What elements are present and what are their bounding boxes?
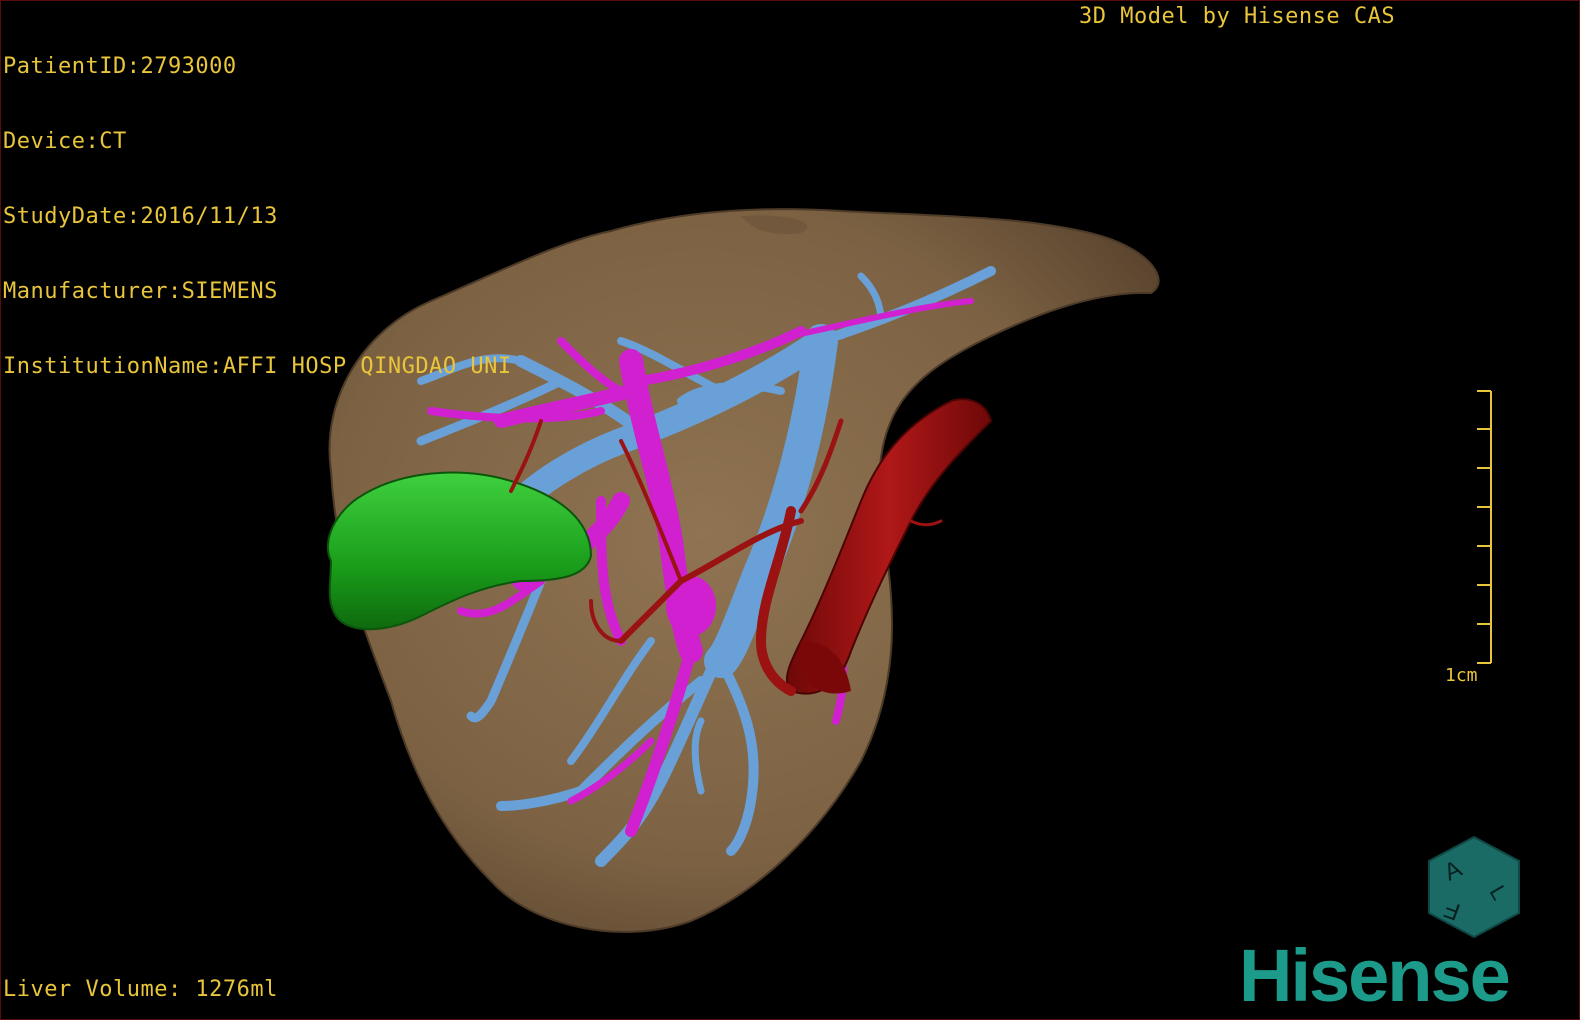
institution-name: InstitutionName:AFFI HOSP QINGDAO UNI bbox=[3, 354, 512, 379]
patient-info: PatientID:2793000 Device:CT StudyDate:20… bbox=[3, 4, 512, 429]
hisense-logo: Hisense bbox=[1239, 934, 1511, 1017]
model-credit: 3D Model by Hisense CAS bbox=[1079, 4, 1396, 29]
study-date: StudyDate:2016/11/13 bbox=[3, 204, 278, 229]
device: Device:CT bbox=[3, 129, 127, 154]
scale-label: 1cm bbox=[1445, 665, 1478, 686]
manufacturer: Manufacturer:SIEMENS bbox=[3, 279, 278, 304]
patient-id: PatientID:2793000 bbox=[3, 54, 237, 79]
3d-viewport[interactable]: PatientID:2793000 Device:CT StudyDate:20… bbox=[0, 0, 1580, 1020]
liver-volume: Liver Volume: 1276ml bbox=[3, 977, 278, 1002]
orientation-cube[interactable]: A F L bbox=[1419, 833, 1529, 943]
scale-bar bbox=[1477, 390, 1492, 664]
